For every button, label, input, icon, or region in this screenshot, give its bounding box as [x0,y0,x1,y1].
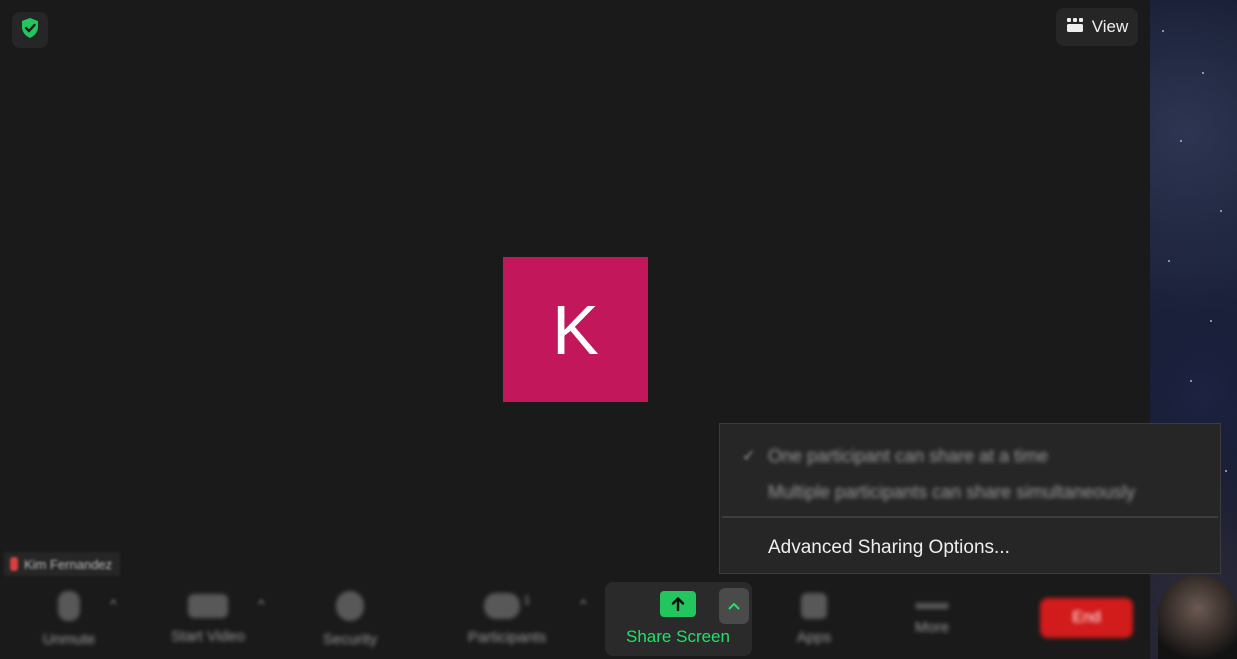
security-button[interactable]: Security [310,582,390,656]
security-shield-button[interactable] [12,12,48,48]
menu-item-advanced-sharing[interactable]: Advanced Sharing Options... [768,537,1010,559]
end-label: End [1072,609,1101,626]
participants-label: Participants [467,628,547,646]
end-meeting-button[interactable]: End [1040,598,1133,638]
apps-icon [801,592,827,619]
video-options-caret[interactable]: ^ [258,596,265,612]
share-screen-group: Share Screen [605,582,752,656]
view-button[interactable]: View [1056,8,1138,46]
microphone-muted-icon [58,590,80,621]
participants-count: 1 [523,592,531,607]
more-button[interactable]: More [900,582,964,656]
share-options-caret-button[interactable] [719,588,749,624]
apps-button[interactable]: Apps [784,582,844,656]
more-dots-icon [915,602,949,609]
shield-check-icon [20,17,40,44]
participant-name: Kim Fernandez [24,556,113,572]
menu-divider [722,516,1218,518]
avatar-initial: K [552,290,599,369]
audio-options-caret[interactable]: ^ [110,596,117,612]
security-label: Security [322,630,378,648]
chevron-up-icon [728,597,740,615]
checkmark-icon: ✓ [742,448,756,465]
participant-avatar: K [503,257,648,402]
start-video-label: Start Video [171,627,245,645]
muted-mic-icon [10,557,18,571]
menu-item-multiple-participants[interactable]: Multiple participants can share simultan… [768,482,1135,503]
share-screen-arrow-icon [660,591,696,617]
security-icon [336,590,364,621]
meeting-toolbar: Unmute ^ Start Video ^ Security 1 Partic… [0,582,1150,659]
share-options-menu: ✓ One participant can share at a time Mu… [719,423,1221,574]
apps-label: Apps [796,628,832,646]
share-screen-label: Share Screen [626,627,730,646]
participants-button[interactable]: 1 Participants [455,582,559,656]
unmute-button[interactable]: Unmute [30,582,108,656]
start-video-button[interactable]: Start Video [158,582,258,656]
participants-options-caret[interactable]: ^ [580,596,587,612]
unmute-label: Unmute [42,630,96,648]
more-label: More [914,618,950,636]
participants-icon [483,592,520,619]
participant-name-tag: Kim Fernandez [4,552,121,576]
view-label: View [1091,17,1129,36]
video-off-icon [188,593,228,618]
gallery-grid-icon [1066,17,1084,38]
menu-item-one-participant[interactable]: One participant can share at a time [768,446,1048,467]
